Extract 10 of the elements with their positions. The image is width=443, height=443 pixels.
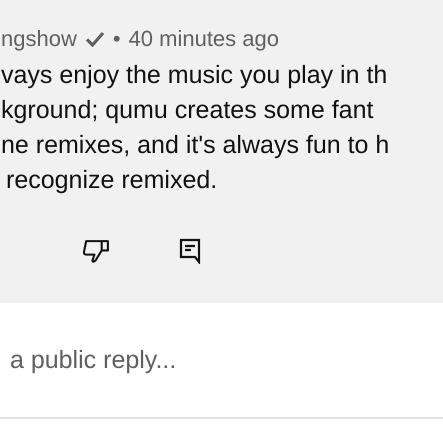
dislike-icon[interactable] xyxy=(82,238,111,264)
timestamp: 40 minutes ago xyxy=(128,26,279,52)
reply-field[interactable]: a public reply... xyxy=(0,346,440,374)
comment-line: kground; qumu creates some fant xyxy=(0,95,374,126)
comment-icon[interactable] xyxy=(179,238,201,264)
author-name[interactable]: ngshow xyxy=(1,26,77,52)
comment-line: vays enjoy the music you play in th xyxy=(0,60,388,91)
comment-line: recognize remixed. xyxy=(5,165,218,196)
comment-line: ne remixes, and it's always fun to h xyxy=(0,130,390,161)
separator-dot: • xyxy=(112,26,121,52)
